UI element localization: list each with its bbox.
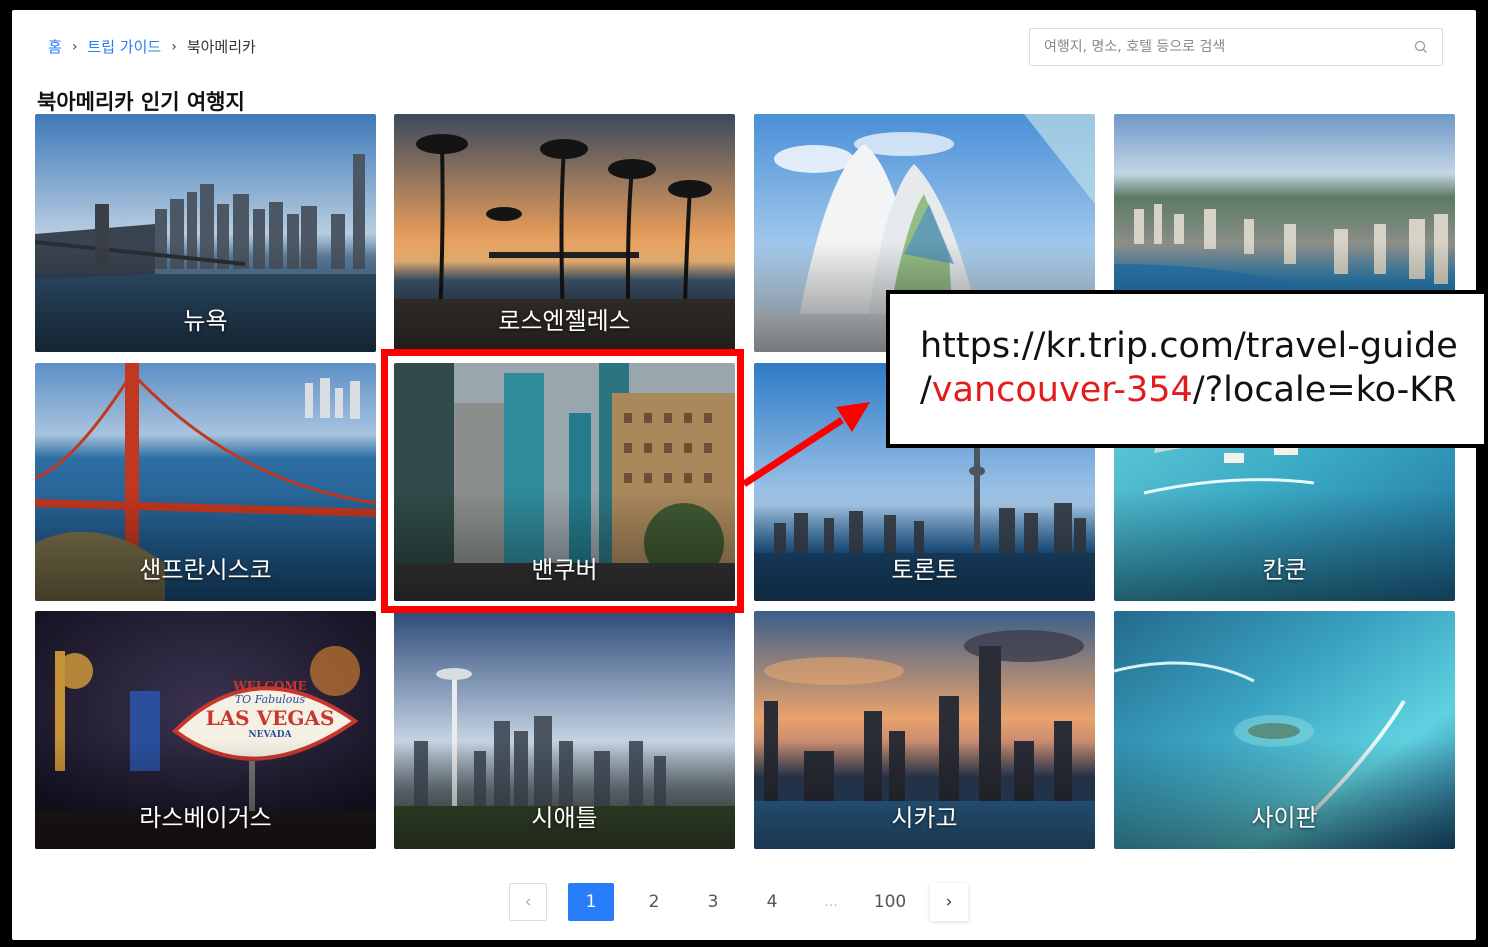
destination-card-los-angeles[interactable]: 로스엔젤레스 [394, 114, 735, 352]
destination-label: 라스베이거스 [139, 804, 272, 832]
destination-label: 시애틀 [531, 804, 598, 832]
destination-card-saipan[interactable]: 사이판 [1114, 611, 1455, 849]
search-icon[interactable] [1414, 40, 1428, 54]
search-input[interactable] [1044, 39, 1414, 55]
section-title: 북아메리카 인기 여행지 [37, 90, 245, 114]
destination-card-las-vegas[interactable]: WELCOME TO Fabulous LAS VEGAS NEVADA 라스베… [35, 611, 376, 849]
destination-card-new-york[interactable]: 뉴욕 [35, 114, 376, 352]
page-button-2[interactable]: 2 [635, 883, 673, 921]
breadcrumb-separator: › [71, 38, 78, 55]
sign-to-fabulous: TO Fabulous [234, 693, 306, 706]
search-box[interactable] [1029, 28, 1443, 66]
sign-las-vegas: LAS VEGAS [205, 706, 335, 730]
page-button-3[interactable]: 3 [694, 883, 732, 921]
breadcrumb-separator: › [171, 38, 177, 55]
breadcrumb-home-link[interactable]: 홈 [48, 36, 62, 57]
breadcrumb: 홈 › 트립 가이드 › 북아메리카 [48, 36, 256, 57]
url-highlight-segment: vancouver-354 [931, 370, 1193, 410]
browser-viewport: 홈 › 트립 가이드 › 북아메리카 북아메리카 인기 여행지 [12, 10, 1476, 940]
sign-welcome: WELCOME [233, 679, 307, 693]
url-line-2: /vancouver-354/?locale=ko-KR [920, 368, 1484, 412]
page-button-4[interactable]: 4 [753, 883, 791, 921]
destination-label: 샌프란시스코 [139, 556, 272, 584]
destination-label: 사이판 [1251, 804, 1318, 832]
vancouver-highlight-box [381, 349, 744, 613]
destination-label: 시카고 [891, 804, 958, 832]
destination-card-seattle[interactable]: 시애틀 [394, 611, 735, 849]
prev-page-button[interactable]: ‹ [509, 883, 547, 921]
page-button-1[interactable]: 1 [568, 883, 614, 921]
destination-card-chicago[interactable]: 시카고 [754, 611, 1095, 849]
destination-card-san-francisco[interactable]: 샌프란시스코 [35, 363, 376, 601]
breadcrumb-current: 북아메리카 [186, 38, 256, 56]
next-page-button[interactable]: › [930, 883, 968, 921]
url-query: /?locale=ko-KR [1192, 370, 1457, 410]
page-button-100[interactable]: 100 [871, 883, 909, 921]
breadcrumb-guide-link[interactable]: 트립 가이드 [87, 36, 161, 57]
url-callout: https://kr.trip.com/travel-guide /vancou… [886, 290, 1488, 448]
url-line-1: https://kr.trip.com/travel-guide [920, 326, 1458, 366]
pagination: ‹ 1 2 3 4 ... 100 › [509, 883, 989, 921]
destination-label: 칸쿤 [1262, 556, 1307, 584]
url-slash: / [920, 370, 932, 410]
destination-label: 로스엔젤레스 [498, 307, 631, 335]
pagination-ellipsis: ... [824, 894, 838, 910]
destination-label: 뉴욕 [183, 307, 228, 335]
las-vegas-sign-text: WELCOME TO Fabulous LAS VEGAS NEVADA [185, 679, 355, 740]
destination-label: 토론토 [891, 556, 958, 584]
